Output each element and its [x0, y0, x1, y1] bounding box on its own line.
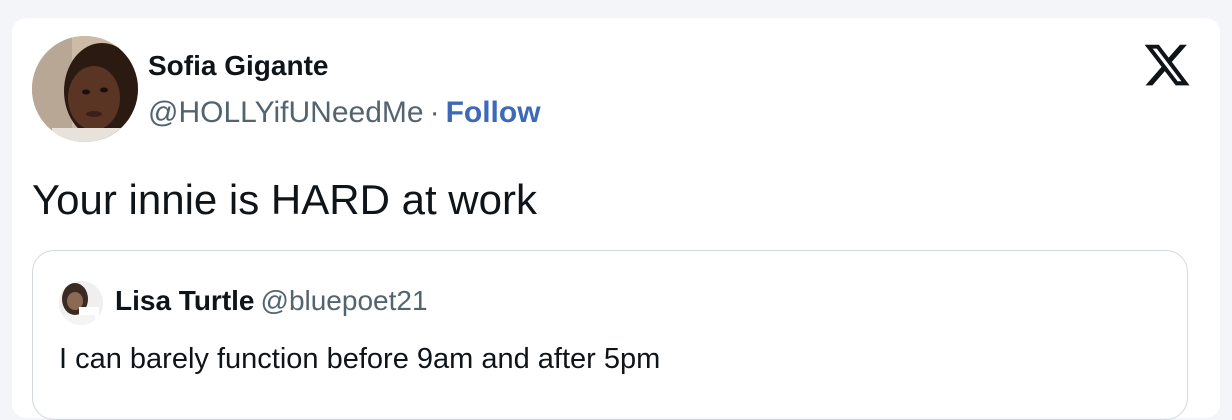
- quoted-avatar-image: [59, 281, 103, 325]
- follow-button[interactable]: Follow: [446, 96, 541, 129]
- author-handle-row: @HOLLYifUNeedMe · Follow: [148, 96, 541, 130]
- quoted-author-avatar[interactable]: [59, 281, 103, 325]
- quoted-author-line: Lisa Turtle @bluepoet21: [115, 285, 428, 317]
- author-avatar-image: [32, 36, 138, 142]
- quoted-tweet-text: I can barely function before 9am and aft…: [59, 343, 661, 375]
- quoted-tweet[interactable]: Lisa Turtle @bluepoet21 I can barely func…: [32, 250, 1188, 420]
- quoted-author-handle[interactable]: @bluepoet21: [261, 285, 428, 316]
- author-handle[interactable]: @HOLLYifUNeedMe: [148, 96, 424, 129]
- quoted-author-name[interactable]: Lisa Turtle: [115, 285, 255, 316]
- tweet-card: Sofia Gigante @HOLLYifUNeedMe · Follow You…: [12, 18, 1220, 420]
- x-logo-icon[interactable]: [1142, 40, 1192, 90]
- tweet-text: Your innie is HARD at work: [32, 176, 537, 223]
- author-avatar[interactable]: [32, 36, 138, 142]
- separator-dot: ·: [429, 96, 440, 129]
- author-name[interactable]: Sofia Gigante: [148, 50, 328, 82]
